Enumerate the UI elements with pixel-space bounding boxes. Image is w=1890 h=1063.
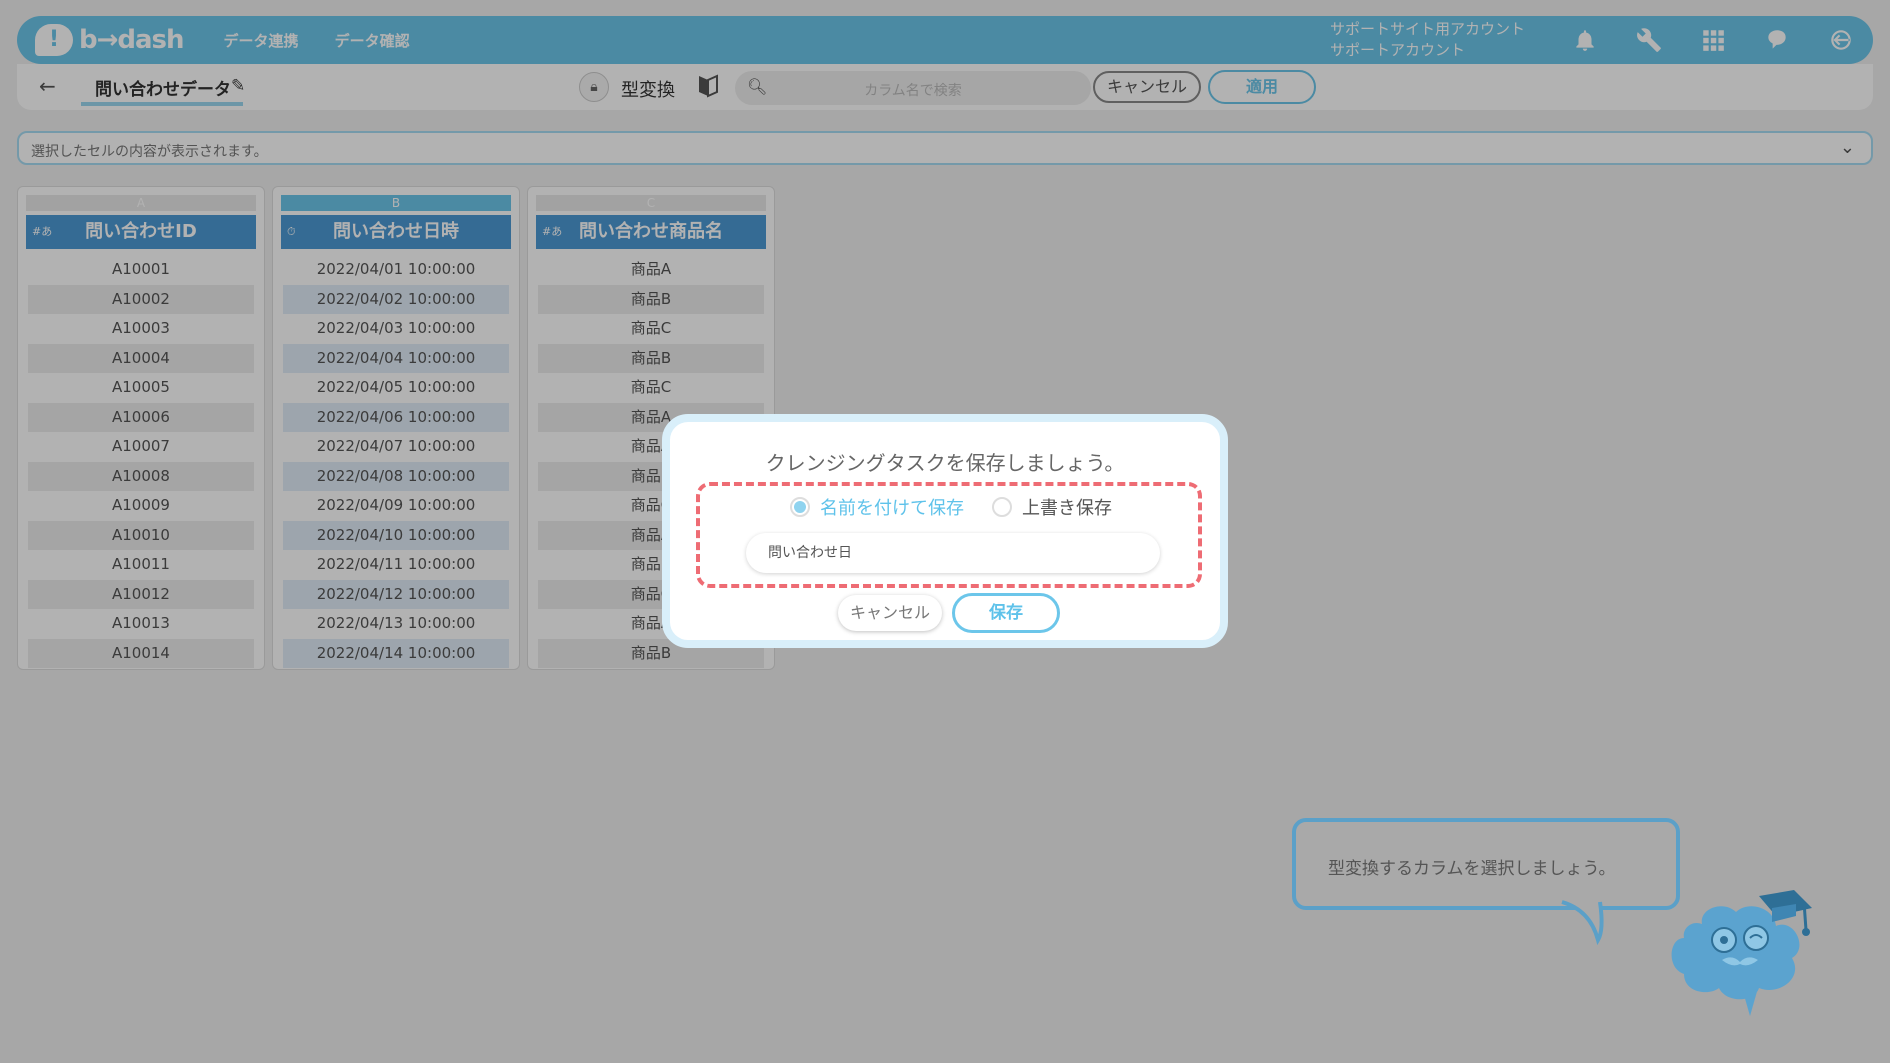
tutorial-text: 型変換するカラムを選択しましょう。 [1328,859,1616,879]
task-name-input[interactable]: 問い合わせ日 [746,533,1160,573]
radio-overwrite-label: 上書き保存 [1022,498,1112,519]
dialog-cancel-button[interactable]: キャンセル [838,595,942,631]
save-task-dialog: クレンジングタスクを保存しましょう。 名前を付けて保存 上書き保存 問い合わせ日… [662,414,1228,648]
radio-overwrite[interactable]: 上書き保存 [992,494,1112,520]
radio-unselected-icon[interactable] [992,497,1012,517]
dialog-save-button[interactable]: 保存 [952,593,1060,633]
radio-save-as[interactable]: 名前を付けて保存 [790,494,964,520]
radio-save-as-label: 名前を付けて保存 [820,498,964,519]
radio-selected-icon[interactable] [790,497,810,517]
tutorial-speech-bubble: 型変換するカラムを選択しましょう。 [1292,818,1680,910]
speech-tail-icon [1561,900,1604,946]
dialog-title: クレンジングタスクを保存しましょう。 [765,451,1125,475]
mascot-brain-icon[interactable] [1664,878,1814,1018]
